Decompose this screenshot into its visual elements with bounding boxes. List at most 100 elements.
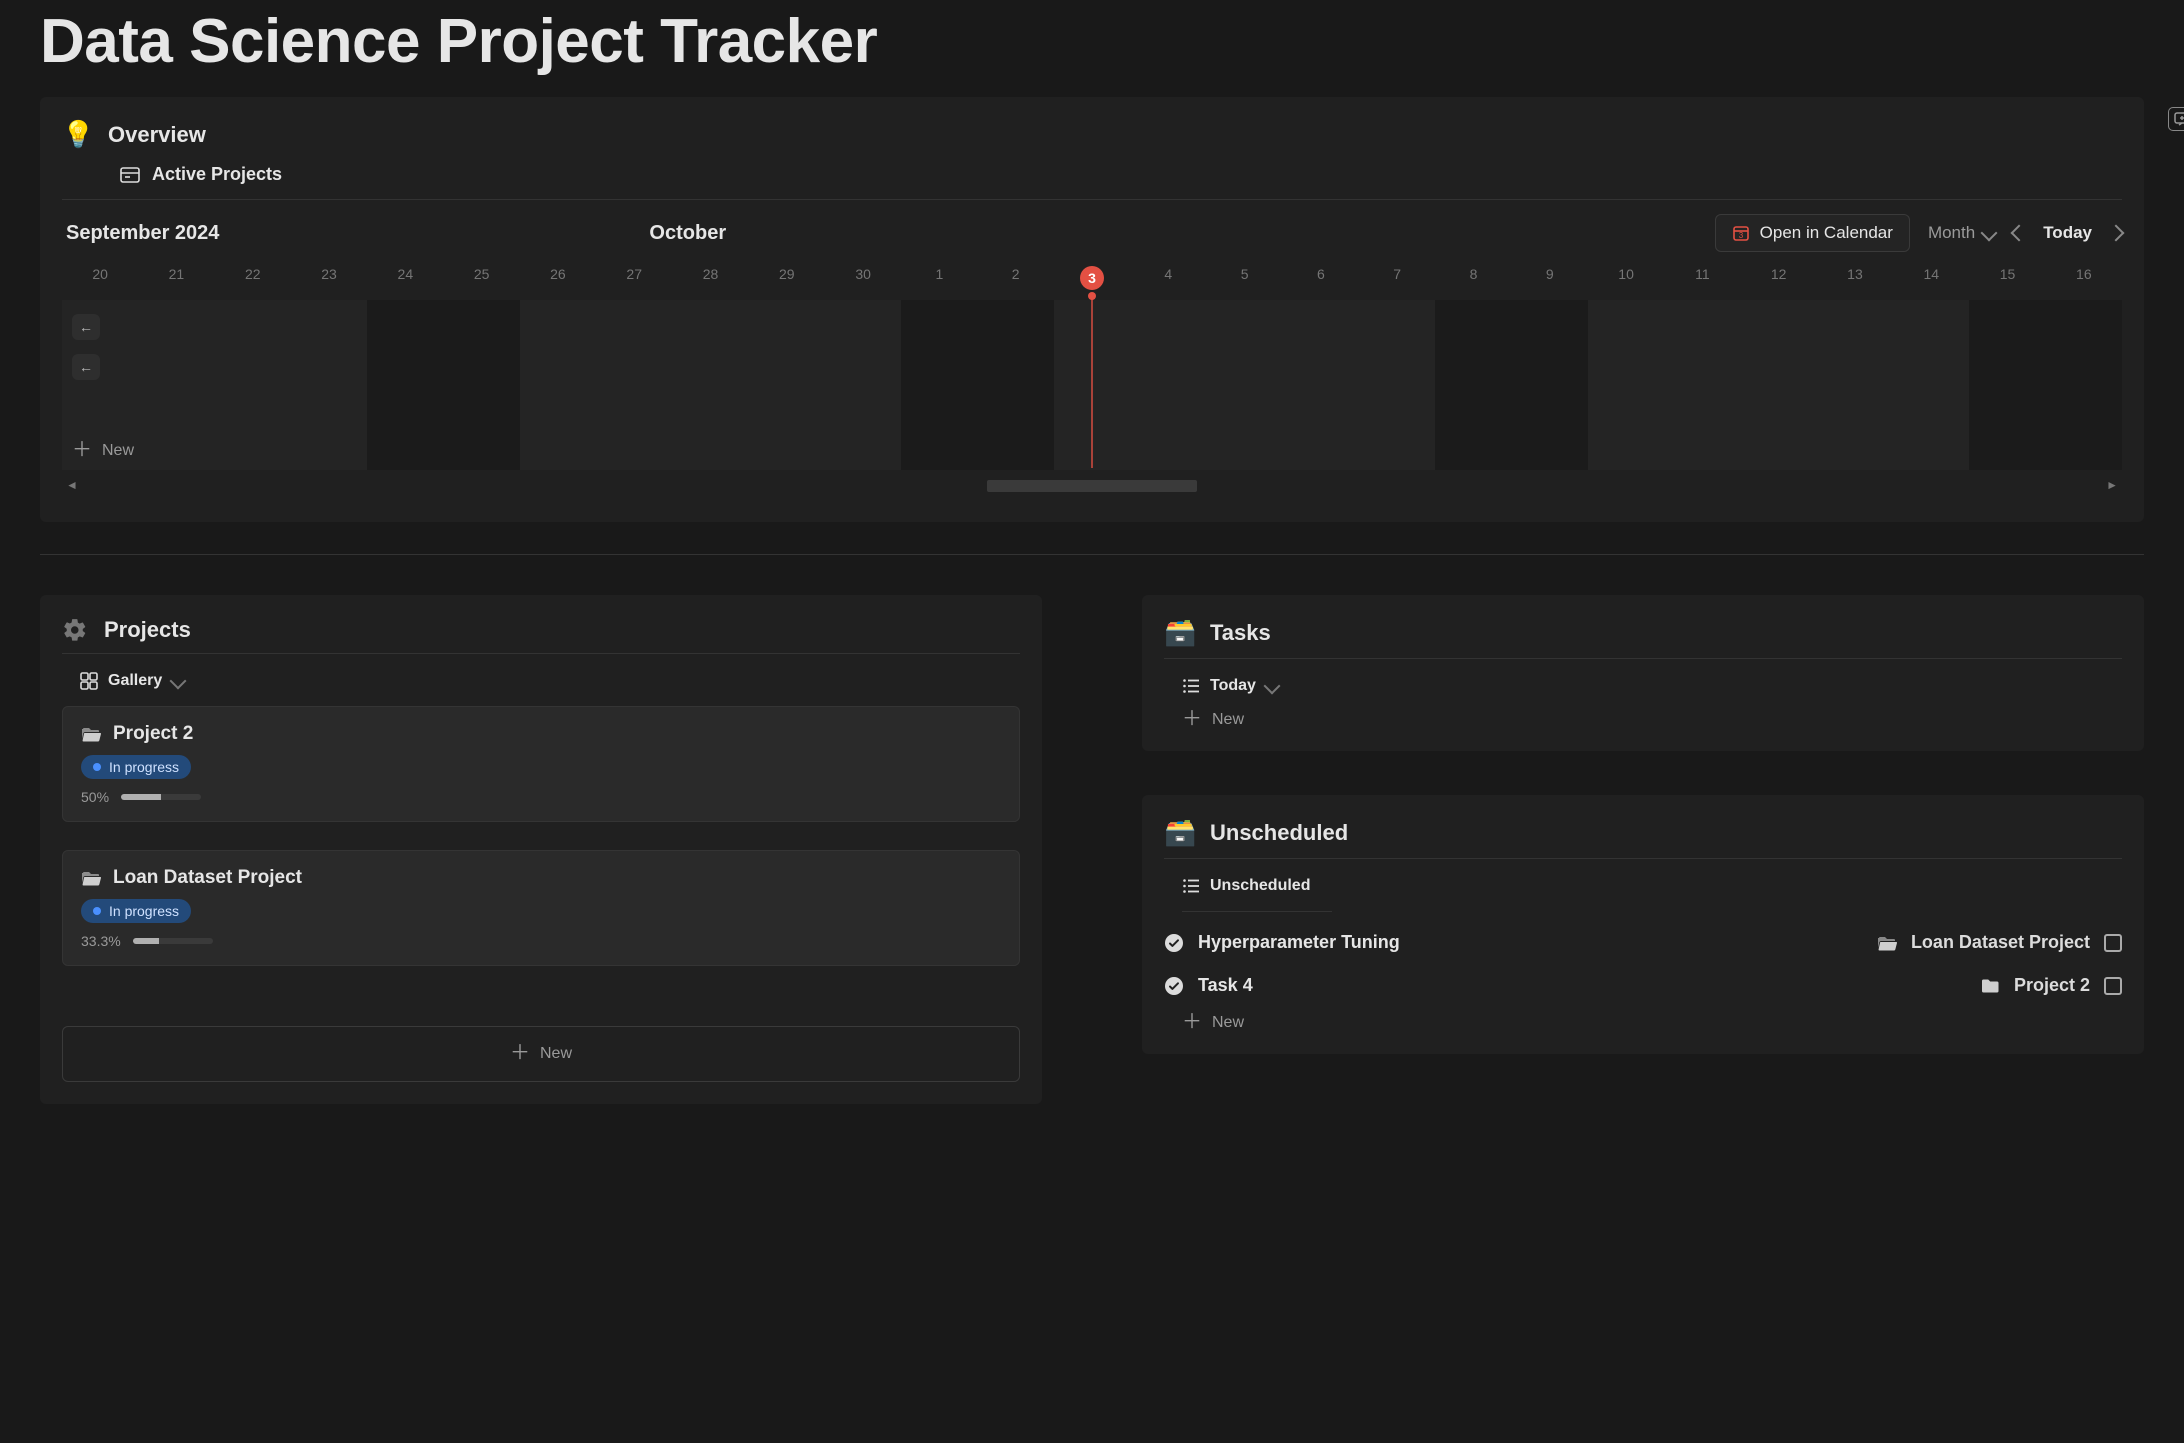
timeline-column xyxy=(825,300,901,470)
timeline-column xyxy=(367,300,443,470)
task-project: Loan Dataset Project xyxy=(1911,932,2090,953)
timeline-column xyxy=(291,300,367,470)
project-card[interactable]: Loan Dataset ProjectIn progress33.3% xyxy=(62,850,1020,966)
card-box-icon: 🗃️ xyxy=(1164,617,1194,648)
timeline-grid[interactable]: ← ← ＋ New xyxy=(62,300,2122,470)
timeline-column xyxy=(520,300,596,470)
status-dot-icon xyxy=(93,907,101,915)
day-header-cell: 3 xyxy=(1054,262,1130,294)
timeline-column xyxy=(1588,300,1664,470)
scroll-left-icon[interactable]: ◄ xyxy=(66,478,78,492)
project-name: Project 2 xyxy=(113,723,193,745)
timeline-column xyxy=(1359,300,1435,470)
range-label: Month xyxy=(1928,223,1975,243)
check-circle-icon xyxy=(1164,976,1184,996)
unscheduled-view-select[interactable]: Unscheduled xyxy=(1182,877,2122,895)
prev-button[interactable] xyxy=(2013,227,2025,239)
task-name: Task 4 xyxy=(1198,975,1253,996)
tasks-section: 🗃️ Tasks Today ＋ New xyxy=(1142,595,2144,751)
unscheduled-title: Unscheduled xyxy=(1210,820,1348,846)
day-header-cell: 23 xyxy=(291,262,367,294)
timeline-new-button[interactable]: ＋ New xyxy=(72,442,134,460)
day-header-cell: 28 xyxy=(672,262,748,294)
gear-icon xyxy=(62,617,88,643)
projects-new-button[interactable]: ＋ New xyxy=(62,1026,1020,1082)
tasks-new-button[interactable]: ＋ New xyxy=(1182,711,2122,729)
unscheduled-new-button[interactable]: ＋ New xyxy=(1182,1014,2122,1032)
project-card[interactable]: Project 2In progress50% xyxy=(62,706,1020,822)
timeline-column xyxy=(1741,300,1817,470)
page-title: Data Science Project Tracker xyxy=(40,6,2144,77)
chevron-down-icon xyxy=(1981,225,1998,242)
timeline-column xyxy=(1435,300,1511,470)
chevron-left-icon xyxy=(2011,225,2028,242)
day-header-cell: 12 xyxy=(1741,262,1817,294)
folder-open-icon xyxy=(81,726,101,742)
timeline-column xyxy=(2046,300,2122,470)
timeline-column xyxy=(1283,300,1359,470)
timeline-column xyxy=(1206,300,1282,470)
active-projects-tab[interactable]: Active Projects xyxy=(120,164,2122,185)
chevron-right-icon xyxy=(2108,225,2125,242)
today-marker: 3 xyxy=(1080,266,1104,290)
timeline-column xyxy=(1130,300,1206,470)
timeline-column xyxy=(1817,300,1893,470)
task-project: Project 2 xyxy=(2014,975,2090,996)
day-header-cell: 10 xyxy=(1588,262,1664,294)
day-header-cell: 30 xyxy=(825,262,901,294)
next-button[interactable] xyxy=(2110,227,2122,239)
projects-section: Projects Gallery Project 2In progress50%… xyxy=(40,595,1042,1104)
folder-icon xyxy=(1980,978,2000,994)
projects-view-select[interactable]: Gallery xyxy=(80,672,1020,690)
projects-new-label: New xyxy=(540,1045,572,1063)
range-select[interactable]: Month xyxy=(1928,223,1995,243)
status-badge: In progress xyxy=(81,899,191,923)
projects-title: Projects xyxy=(104,617,191,643)
timeline-column xyxy=(215,300,291,470)
tasks-view-label: Today xyxy=(1210,677,1256,695)
scroll-thumb[interactable] xyxy=(987,480,1197,492)
status-badge: In progress xyxy=(81,755,191,779)
timeline-column xyxy=(1512,300,1588,470)
folder-open-icon xyxy=(1877,935,1897,951)
timeline-item-offscreen-1[interactable]: ← xyxy=(72,314,100,340)
chevron-down-icon xyxy=(1263,678,1280,695)
unscheduled-view-label: Unscheduled xyxy=(1210,877,1310,895)
timeline-scrollbar[interactable]: ◄ ► xyxy=(62,476,2122,498)
day-header-cell: 8 xyxy=(1435,262,1511,294)
day-header-cell: 22 xyxy=(215,262,291,294)
task-name: Hyperparameter Tuning xyxy=(1198,932,1400,953)
day-header-cell: 29 xyxy=(749,262,825,294)
status-label: In progress xyxy=(109,759,179,775)
timeline-column xyxy=(138,300,214,470)
add-comment-button[interactable] xyxy=(2168,107,2184,131)
scroll-right-icon[interactable]: ► xyxy=(2106,478,2118,492)
status-label: In progress xyxy=(109,903,179,919)
day-header-cell: 21 xyxy=(138,262,214,294)
timeline-column xyxy=(901,300,977,470)
timeline-column xyxy=(1893,300,1969,470)
svg-text:3: 3 xyxy=(1738,231,1743,240)
timeline-column xyxy=(672,300,748,470)
card-box-icon: 🗃️ xyxy=(1164,817,1194,848)
list-icon xyxy=(1182,678,1200,694)
timeline-column xyxy=(978,300,1054,470)
timeline-new-label: New xyxy=(102,442,134,460)
checkbox[interactable] xyxy=(2104,977,2122,995)
day-header-cell: 5 xyxy=(1206,262,1282,294)
day-header-cell: 14 xyxy=(1893,262,1969,294)
open-in-calendar-button[interactable]: 3 Open in Calendar xyxy=(1715,214,1910,252)
lightbulb-icon: 💡 xyxy=(62,119,92,150)
timeline-item-offscreen-2[interactable]: ← xyxy=(72,354,100,380)
month-left-label: September 2024 xyxy=(66,222,219,245)
unscheduled-row[interactable]: Hyperparameter Tuning Loan Dataset Projec… xyxy=(1164,926,2122,959)
today-button[interactable]: Today xyxy=(2043,223,2092,243)
day-header-cell: 24 xyxy=(367,262,443,294)
tasks-title: Tasks xyxy=(1210,620,1271,646)
unscheduled-row[interactable]: Task 4 Project 2 xyxy=(1164,969,2122,1002)
tasks-view-select[interactable]: Today xyxy=(1182,677,2122,695)
checkbox[interactable] xyxy=(2104,934,2122,952)
day-header-cell: 20 xyxy=(62,262,138,294)
progress-label: 33.3% xyxy=(81,933,121,949)
progress-bar xyxy=(133,938,213,944)
